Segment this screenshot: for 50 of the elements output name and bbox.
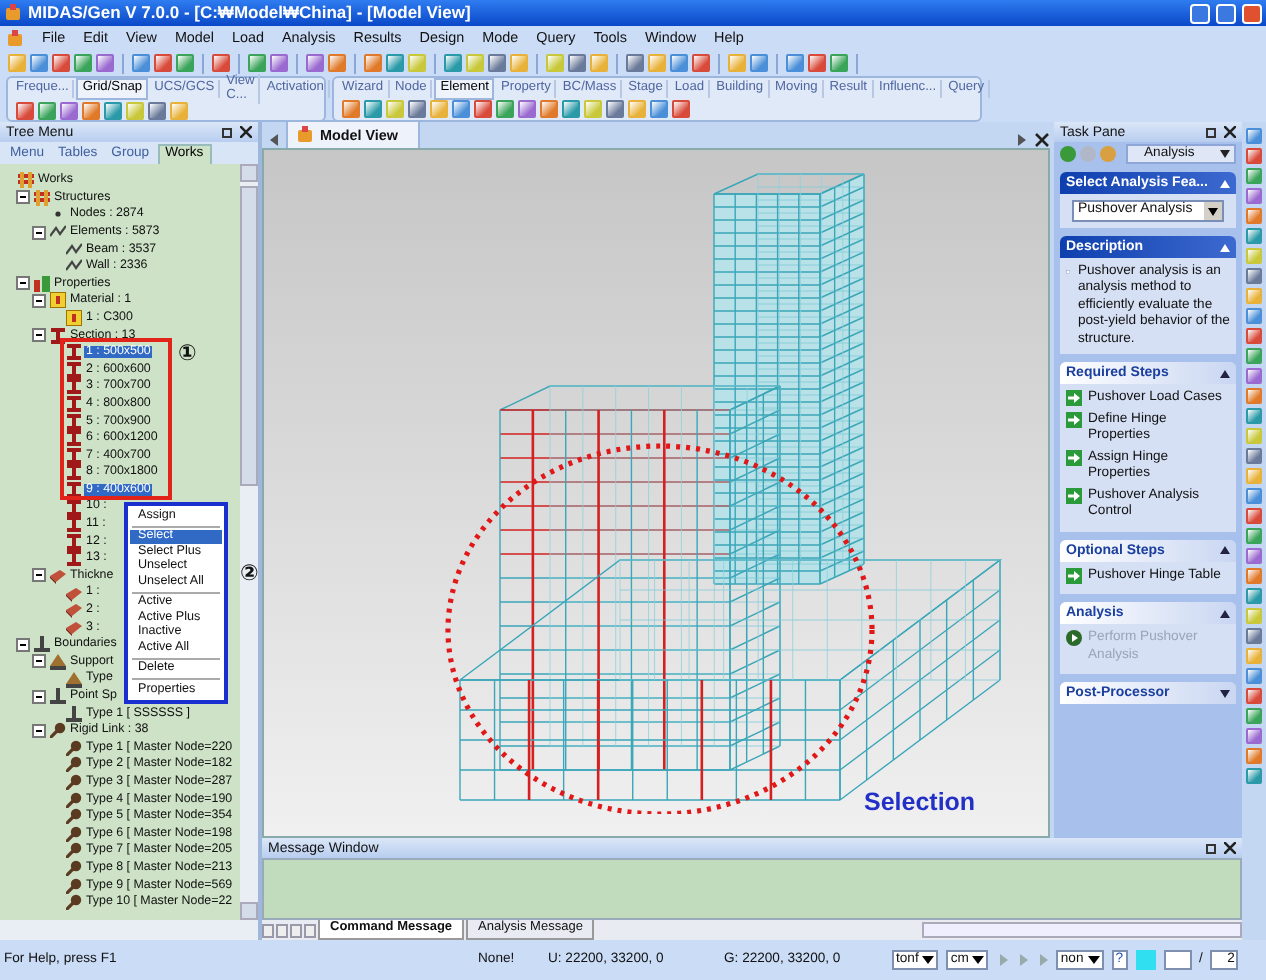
collapse-toggle[interactable]: [32, 654, 46, 669]
minimize-button[interactable]: [1190, 3, 1210, 23]
maximize-button[interactable]: [1216, 3, 1236, 23]
collapse-toggle[interactable]: [32, 689, 46, 704]
back-icon[interactable]: [1060, 146, 1076, 162]
caret-icon: [922, 954, 935, 966]
collapse-toggle[interactable]: [32, 225, 46, 240]
forward-icon[interactable]: [1036, 952, 1053, 968]
collapse-toggle[interactable]: [32, 293, 46, 308]
scrollbar[interactable]: [922, 922, 1242, 938]
arrow-icon: [1066, 449, 1082, 466]
color-swatch[interactable]: [1135, 950, 1156, 970]
pin-icon[interactable]: [222, 127, 232, 137]
collapse-toggle[interactable]: [32, 568, 46, 583]
collapse-toggle[interactable]: [16, 276, 30, 291]
scrollbar[interactable]: [240, 164, 258, 920]
pin-icon[interactable]: [1206, 127, 1216, 137]
back-icon[interactable]: [1016, 952, 1033, 968]
node-icon: [50, 206, 66, 223]
close-icon: [1224, 842, 1236, 854]
collapse-toggle[interactable]: [16, 190, 30, 205]
caret-icon: [1220, 150, 1230, 158]
callout-number: ①: [178, 344, 197, 366]
callout-number: ②: [240, 564, 259, 586]
app-logo-icon: [296, 126, 314, 144]
annotation-label: Selection: [864, 790, 976, 815]
collapse-toggle[interactable]: [32, 328, 46, 343]
input-field[interactable]: [1163, 950, 1192, 970]
collapse-toggle[interactable]: [16, 637, 30, 652]
close-icon: [1224, 126, 1236, 138]
scrollbar[interactable]: [0, 920, 258, 940]
scroll-left-icon: [268, 132, 280, 148]
play-icon: [1066, 630, 1082, 647]
close-icon: [240, 126, 252, 138]
arrow-icon: [1066, 487, 1082, 504]
caret-icon: [1208, 207, 1218, 215]
properties-icon: [34, 275, 50, 292]
scroll-right-icon: [1016, 132, 1028, 148]
caret-icon: [972, 954, 985, 966]
close-button[interactable]: [1242, 3, 1262, 23]
close-icon: [1034, 132, 1050, 148]
arrow-icon: [1066, 411, 1082, 428]
pin-icon[interactable]: [1206, 843, 1216, 853]
app-logo-icon: [6, 29, 24, 47]
window-title: MIDAS/Gen V 7.0.0 - [C:₩Model₩China] - [Model View]: [28, 4, 473, 22]
arrow-icon: [1066, 390, 1082, 407]
collapse-toggle[interactable]: [32, 723, 46, 738]
caret-icon: [1087, 954, 1100, 966]
app-logo-icon: [4, 4, 22, 22]
arrow-icon: [1066, 567, 1082, 584]
